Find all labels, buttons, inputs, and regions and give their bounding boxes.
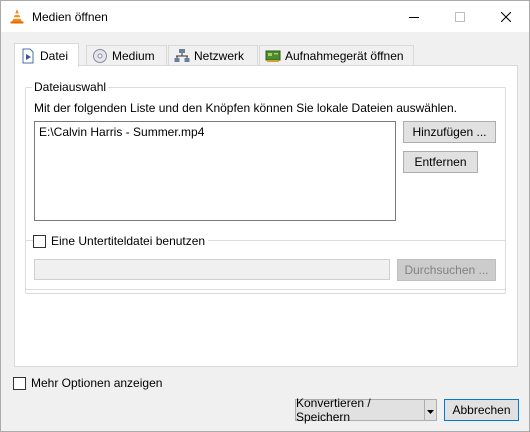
title-bar: Medien öffnen (1, 1, 529, 32)
window-title: Medien öffnen (32, 10, 108, 24)
convert-dropdown-button[interactable] (424, 399, 437, 421)
group-description: Mit der folgenden Liste und den Knöpfen … (34, 101, 457, 115)
file-icon (20, 48, 36, 64)
remove-file-button[interactable]: Entfernen (403, 151, 478, 173)
add-file-button[interactable]: Hinzufügen ... (403, 121, 496, 143)
tab-label: Datei (40, 48, 69, 63)
tab-netzwerk[interactable]: Netzwerk (168, 45, 258, 66)
tab-aufnahmegeraet[interactable]: Aufnahmegerät öffnen (259, 45, 414, 66)
file-list[interactable]: E:\Calvin Harris - Summer.mp4 (34, 121, 396, 221)
subtitle-checkbox-row[interactable]: Eine Untertiteldatei benutzen (33, 234, 209, 248)
subtitle-checkbox[interactable] (33, 234, 46, 248)
tab-label: Medium (112, 49, 155, 63)
tab-label: Aufnahmegerät öffnen (285, 49, 404, 63)
disc-icon (92, 48, 108, 64)
maximize-button[interactable] (437, 1, 483, 32)
tab-label: Netzwerk (194, 49, 245, 63)
capture-card-icon (265, 48, 281, 64)
convert-save-button[interactable]: Konvertieren / Speichern (295, 396, 425, 424)
vlc-cone-icon (9, 8, 25, 24)
close-icon (501, 11, 511, 22)
more-options-checkbox[interactable] (13, 376, 26, 390)
browse-button: Durchsuchen ... (397, 259, 496, 281)
more-options-label[interactable]: Mehr Optionen anzeigen (31, 376, 162, 390)
tab-panel-datei: Dateiauswahl Mit der folgenden Liste und… (14, 65, 518, 367)
network-icon (174, 48, 190, 64)
list-item[interactable]: E:\Calvin Harris - Summer.mp4 (39, 125, 204, 139)
more-options-row[interactable]: Mehr Optionen anzeigen (13, 376, 162, 390)
tab-datei[interactable]: Datei (14, 43, 79, 67)
chevron-down-icon (427, 403, 434, 417)
minimize-icon (409, 12, 419, 22)
minimize-button[interactable] (391, 1, 437, 32)
close-button[interactable] (483, 1, 529, 32)
group-legend: Dateiauswahl (32, 80, 109, 94)
tab-medium[interactable]: Medium (86, 45, 167, 66)
maximize-icon (455, 11, 465, 22)
cancel-button[interactable]: Abbrechen (444, 399, 519, 421)
subtitle-checkbox-label[interactable]: Eine Untertiteldatei benutzen (51, 234, 205, 248)
subtitle-path-input (34, 259, 390, 280)
open-media-dialog: Medien öffnen Datei Medium Netzwerk Aufn… (0, 0, 530, 432)
